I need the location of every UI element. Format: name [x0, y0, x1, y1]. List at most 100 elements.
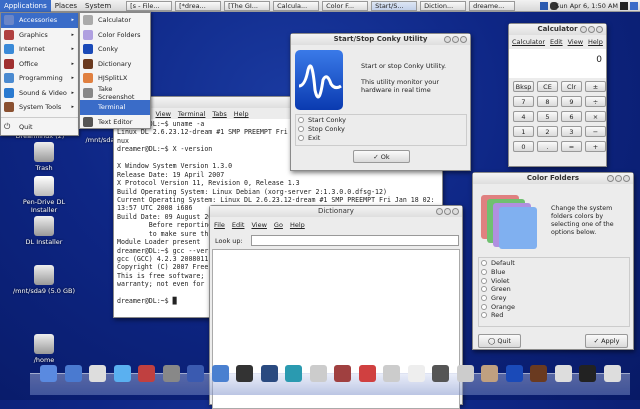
- menu-help[interactable]: Help: [290, 221, 305, 229]
- ok-button[interactable]: ✓ Ok: [353, 150, 410, 163]
- radio-green[interactable]: Green: [481, 285, 627, 294]
- maximize-button[interactable]: [444, 208, 451, 215]
- gimp-icon[interactable]: [432, 365, 449, 382]
- calc-key[interactable]: CE: [537, 81, 558, 92]
- menu-item-internet[interactable]: Internet ▸: [1, 42, 78, 57]
- calc-key[interactable]: 6: [561, 111, 582, 122]
- speaker-icon[interactable]: [236, 365, 253, 382]
- menu-tabs[interactable]: Tabs: [212, 110, 226, 118]
- desktop-icon-dl-installer[interactable]: DL Installer: [9, 216, 79, 246]
- disk-icon[interactable]: [309, 365, 327, 382]
- radio-button[interactable]: [298, 134, 304, 141]
- menu-item-accessories[interactable]: Accessories ▸: [1, 13, 78, 28]
- menu-help[interactable]: Help: [588, 38, 603, 46]
- menu-file[interactable]: File: [214, 221, 225, 229]
- minimize-button[interactable]: [444, 36, 451, 43]
- close-button[interactable]: [623, 175, 630, 182]
- minimize-button[interactable]: [580, 26, 587, 33]
- close-button[interactable]: [596, 26, 603, 33]
- calc-key[interactable]: 4: [513, 111, 534, 122]
- menu-calculator[interactable]: Calculator: [512, 38, 545, 46]
- radio-grey[interactable]: Grey: [481, 294, 627, 303]
- places-menu[interactable]: Places: [51, 0, 81, 12]
- radio-button[interactable]: [481, 312, 487, 319]
- calc-key[interactable]: 1: [513, 126, 534, 137]
- menu-item-quit[interactable]: ⏻ Quit: [1, 120, 78, 135]
- calc-key[interactable]: 8: [537, 96, 558, 107]
- close-button[interactable]: [460, 36, 467, 43]
- clock[interactable]: Sun Apr 6, 1:50 AM: [555, 0, 618, 12]
- calc-key[interactable]: −: [585, 126, 606, 137]
- radio-button[interactable]: [481, 295, 487, 302]
- tools-icon[interactable]: [334, 365, 351, 382]
- radio-start-conky[interactable]: Start Conky: [298, 116, 464, 125]
- system-menu[interactable]: System: [81, 0, 115, 12]
- maximize-button[interactable]: [588, 26, 595, 33]
- menu-item-system-tools[interactable]: System Tools ▸: [1, 100, 78, 115]
- calc-key[interactable]: ×: [585, 111, 606, 122]
- maximize-button[interactable]: [615, 175, 622, 182]
- files-2-icon[interactable]: [383, 365, 400, 382]
- calc-key[interactable]: Bksp: [513, 81, 534, 92]
- radio-violet[interactable]: Violet: [481, 276, 627, 285]
- weather-icon[interactable]: [554, 365, 572, 382]
- close-button[interactable]: [452, 208, 459, 215]
- calc-key[interactable]: ÷: [585, 96, 606, 107]
- calc-key[interactable]: Clr: [561, 81, 582, 92]
- desktop-icon[interactable]: [40, 365, 57, 382]
- radio-exit[interactable]: Exit: [298, 133, 464, 142]
- calc-key[interactable]: ±: [585, 81, 606, 92]
- applications-menu[interactable]: Applications: [0, 0, 51, 12]
- menu-item-conky[interactable]: Conky: [80, 42, 150, 57]
- calc-key[interactable]: 5: [537, 111, 558, 122]
- menu-terminal[interactable]: Terminal: [178, 110, 205, 118]
- menu-item-calculator[interactable]: Calculator: [80, 13, 150, 28]
- desktop-icon-trash[interactable]: Trash: [9, 142, 79, 172]
- menu-item-terminal[interactable]: Terminal: [80, 100, 150, 115]
- menu-go[interactable]: Go: [274, 221, 283, 229]
- media-player-icon[interactable]: [285, 365, 302, 382]
- calc-key[interactable]: 9: [561, 96, 582, 107]
- radio-button[interactable]: [481, 260, 487, 267]
- network-icon[interactable]: [64, 365, 82, 382]
- pdf-icon[interactable]: [138, 365, 155, 382]
- menu-item-programming[interactable]: Programming ▸: [1, 71, 78, 86]
- menu-edit[interactable]: Edit: [232, 221, 245, 229]
- video-icon[interactable]: [260, 365, 278, 382]
- files-icon[interactable]: [89, 365, 106, 382]
- calc-key[interactable]: .: [537, 141, 558, 152]
- apply-button[interactable]: ✓ Apply: [585, 334, 628, 348]
- screenshot-icon[interactable]: [579, 365, 596, 382]
- desktop-icon-home[interactable]: /home: [9, 334, 79, 364]
- browser-icon[interactable]: [113, 365, 131, 382]
- menu-item-hjsplitlx[interactable]: HJSplitLX: [80, 71, 150, 86]
- menu-item-take-screenshot[interactable]: Take Screenshot: [80, 85, 150, 101]
- radio-button[interactable]: [298, 126, 304, 133]
- menu-view[interactable]: View: [568, 38, 583, 46]
- games-icon[interactable]: [358, 365, 376, 382]
- menu-edit[interactable]: Edit: [550, 38, 563, 46]
- menu-item-color-folders[interactable]: Color Folders: [80, 28, 150, 43]
- quit-button[interactable]: ◯ Quit: [478, 334, 521, 348]
- radio-button[interactable]: [481, 286, 487, 293]
- calc-key[interactable]: +: [585, 141, 606, 152]
- calc-key[interactable]: 7: [513, 96, 534, 107]
- menu-item-graphics[interactable]: Graphics ▸: [1, 28, 78, 43]
- radio-blue[interactable]: Blue: [481, 268, 627, 277]
- desktop-icon-pen-drive[interactable]: Pen-Drive DL Installer: [9, 176, 79, 214]
- calc-key[interactable]: 3: [561, 126, 582, 137]
- task-button[interactable]: dreame...: [469, 0, 516, 11]
- text-editor-icon[interactable]: [407, 365, 425, 382]
- radio-default[interactable]: Default: [481, 259, 627, 268]
- radio-button[interactable]: [481, 277, 487, 284]
- minimize-button[interactable]: [436, 208, 443, 215]
- trash-icon[interactable]: [603, 365, 621, 382]
- calc-key[interactable]: 2: [537, 126, 558, 137]
- lookup-input[interactable]: [251, 235, 459, 246]
- volume-icon[interactable]: [620, 2, 628, 10]
- color-folders-icon[interactable]: [481, 365, 498, 382]
- task-button[interactable]: [*drea...: [175, 0, 222, 11]
- dictionary-icon[interactable]: [530, 365, 547, 382]
- radio-button[interactable]: [481, 303, 487, 310]
- menu-item-sound-video[interactable]: Sound & Video ▸: [1, 86, 78, 101]
